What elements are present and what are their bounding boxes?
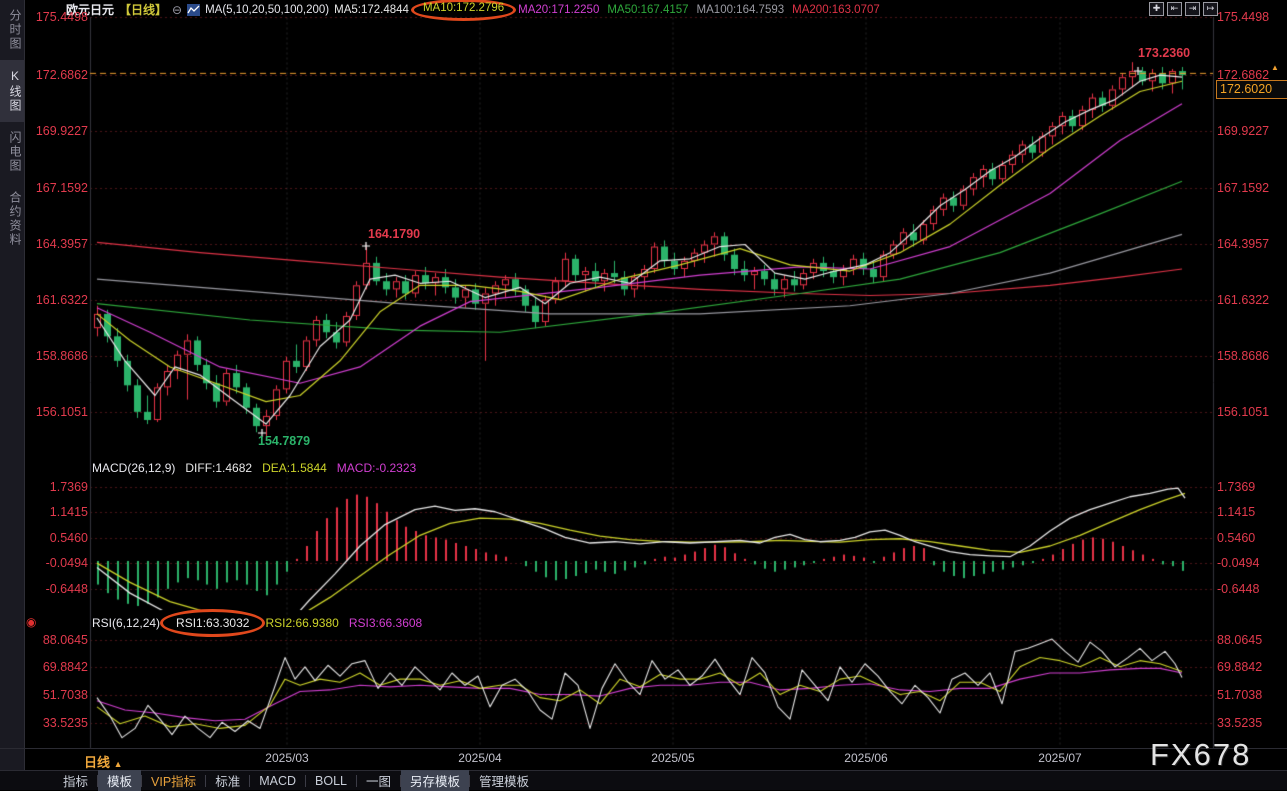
ma-value-ma20: MA20:171.2250 [518, 4, 599, 16]
ma-value-ma50: MA50:167.4157 [607, 4, 688, 16]
date-label-2025/04: 2025/04 [448, 751, 512, 765]
sidebar-tab-K线图[interactable]: K线图 [0, 60, 24, 122]
ma-value-ma200: MA200:163.0707 [792, 4, 880, 16]
rsi3-value: RSI3:66.3608 [349, 616, 422, 630]
annotation-swing-high: 164.1790 [368, 227, 420, 241]
toolbar-item-VIP指标[interactable]: VIP指标 [142, 770, 205, 791]
ma-value-ma5: MA5:172.4844 [334, 4, 409, 16]
macd-axis-label-l-1: 1.1415 [26, 505, 88, 519]
price-axis-label-l-0: 175.4498 [26, 10, 88, 24]
ma-settings-label: MA(5,10,20,50,100,200) [205, 4, 329, 16]
timeframe-arrow-icon: ▲ [114, 759, 123, 769]
rsi-axis-label-r-3: 33.5235 [1217, 716, 1262, 730]
chart-type-icon [187, 4, 200, 16]
timeframe-label: 日线 [84, 755, 110, 770]
rsi-axis-label-l-3: 33.5235 [26, 716, 88, 730]
rsi1-value: RSI1:63.3032 [160, 609, 265, 637]
bottom-toolbar: 指标模板VIP指标标准MACDBOLL一图另存模板管理模板 [0, 771, 1287, 790]
date-row-divider [0, 748, 1287, 749]
macd-name: MACD(26,12,9) [92, 461, 175, 475]
macd-axis-label-r-2: 0.5460 [1217, 531, 1255, 545]
macd-axis-label-l-4: -0.6448 [26, 582, 88, 596]
rsi-axis-label-l-0: 88.0645 [26, 633, 88, 647]
sidebar-tab-合约资料[interactable]: 合约资料 [0, 182, 24, 256]
price-axis-label-l-5: 161.6322 [26, 293, 88, 307]
price-axis-label-r-7: 156.1051 [1217, 405, 1269, 419]
rsi-axis-label-r-1: 69.8842 [1217, 660, 1262, 674]
rsi-axis-label-l-2: 51.7038 [26, 688, 88, 702]
sidebar-tab-分时图[interactable]: 分时图 [0, 0, 24, 60]
price-axis-label-r-3: 167.1592 [1217, 181, 1269, 195]
macd-axis-label-r-0: 1.7369 [1217, 480, 1255, 494]
price-axis-label-r-2: 169.9227 [1217, 124, 1269, 138]
window-tool-icon-3[interactable]: ↦ [1203, 2, 1218, 16]
macd-axis-label-l-2: 0.5460 [26, 531, 88, 545]
annotation-low: 154.7879 [258, 434, 310, 448]
window-tool-icon-0[interactable]: ✚ [1149, 2, 1164, 16]
window-icons: ✚⇤⇥↦ [1149, 2, 1218, 16]
annotation-high: 173.2360 [1138, 46, 1190, 60]
toolbar-item-一图[interactable]: 一图 [357, 770, 400, 791]
chart-canvas[interactable] [0, 0, 1287, 790]
rsi2-value: RSI2:66.9380 [265, 616, 338, 630]
drawing-anchor-icon: ◉ [26, 615, 36, 629]
toolbar-item-BOLL[interactable]: BOLL [306, 773, 356, 789]
price-axis-label-r-5: 161.6322 [1217, 293, 1269, 307]
date-label-2025/03: 2025/03 [255, 751, 319, 765]
rsi-axis-label-r-0: 88.0645 [1217, 633, 1262, 647]
price-axis-label-r-6: 158.8686 [1217, 349, 1269, 363]
sidebar-tab-闪电图[interactable]: 闪电图 [0, 122, 24, 182]
macd-macd-value: MACD:-0.2323 [337, 461, 416, 475]
macd-axis-label-r-1: 1.1415 [1217, 505, 1255, 519]
price-axis-label-l-6: 158.8686 [26, 349, 88, 363]
date-label-2025/07: 2025/07 [1028, 751, 1092, 765]
toolbar-item-指标[interactable]: 指标 [54, 770, 97, 791]
macd-axis-label-r-4: -0.6448 [1217, 582, 1259, 596]
toolbar-item-标准[interactable]: 标准 [206, 770, 249, 791]
macd-header: MACD(26,12,9) DIFF:1.4682 DEA:1.5844 MAC… [92, 461, 416, 475]
rsi-axis-label-r-2: 51.7038 [1217, 688, 1262, 702]
chart-header: 欧元日元 【日线】 ⊖ MA(5,10,20,50,100,200) MA5:1… [66, 1, 880, 18]
ma-value-ma100: MA100:164.7593 [697, 4, 785, 16]
toolbar-item-模板[interactable]: 模板 [98, 770, 141, 791]
macd-axis-label-l-3: -0.0494 [26, 556, 88, 570]
toolbar-item-另存模板[interactable]: 另存模板 [401, 770, 469, 791]
date-label-2025/06: 2025/06 [834, 751, 898, 765]
price-axis-label-r-4: 164.3957 [1217, 237, 1269, 251]
price-axis-label-l-2: 169.9227 [26, 124, 88, 138]
price-axis-label-l-3: 167.1592 [26, 181, 88, 195]
macd-axis-label-l-0: 1.7369 [26, 480, 88, 494]
price-axis-label-l-1: 172.6862 [26, 68, 88, 82]
price-axis-label-l-7: 156.1051 [26, 405, 88, 419]
timeframe-tab[interactable]: 日线 ▲ [84, 752, 123, 771]
last-price-tag: 172.6020 [1216, 80, 1287, 99]
collapse-icon[interactable]: ⊖ [172, 3, 182, 17]
window-tool-icon-2[interactable]: ⇥ [1185, 2, 1200, 16]
window-tool-icon-1[interactable]: ⇤ [1167, 2, 1182, 16]
macd-axis-label-r-3: -0.0494 [1217, 556, 1259, 570]
price-up-arrow: ▲ [1271, 64, 1279, 72]
toolbar-item-MACD[interactable]: MACD [250, 773, 305, 789]
rsi-axis-label-l-1: 69.8842 [26, 660, 88, 674]
left-sidebar: 分时图K线图闪电图合约资料 [0, 0, 25, 770]
toolbar-item-管理模板[interactable]: 管理模板 [470, 770, 538, 791]
ma-value-ma10: MA10:172.2796 [411, 0, 516, 21]
macd-dea-value: DEA:1.5844 [262, 461, 327, 475]
rsi-name: RSI(6,12,24) [92, 616, 160, 630]
period-label: 【日线】 [119, 1, 167, 18]
price-axis-label-l-4: 164.3957 [26, 237, 88, 251]
price-axis-label-r-0: 175.4498 [1217, 10, 1269, 24]
watermark: FX678 [1150, 737, 1251, 773]
date-label-2025/05: 2025/05 [641, 751, 705, 765]
rsi-header: RSI(6,12,24) RSI1:63.3032 RSI2:66.9380 R… [92, 616, 422, 630]
macd-diff-value: DIFF:1.4682 [185, 461, 252, 475]
